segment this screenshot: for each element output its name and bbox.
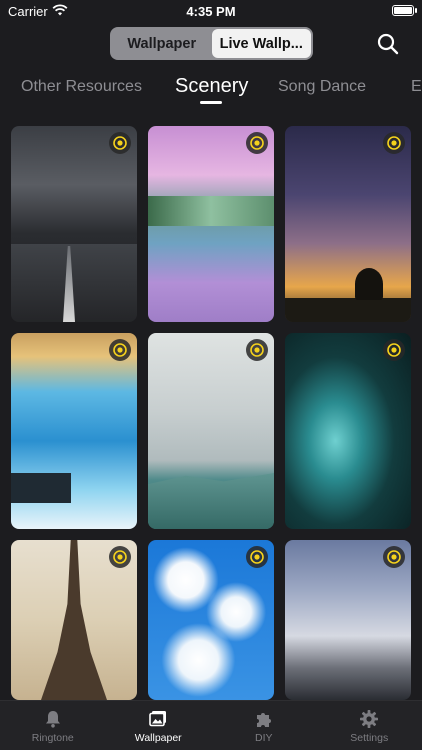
category-other-resources[interactable]: Other Resources — [21, 78, 142, 96]
category-song-dance[interactable]: Song Dance — [278, 78, 366, 96]
wallpaper-tile[interactable] — [285, 333, 411, 529]
tab-diy[interactable]: DIY — [211, 701, 317, 750]
live-badge-icon — [109, 132, 131, 154]
active-category-indicator — [200, 101, 222, 104]
wallpaper-tile[interactable] — [148, 333, 274, 529]
live-badge-icon — [246, 546, 268, 568]
search-icon[interactable] — [376, 32, 400, 56]
gear-icon — [360, 710, 379, 728]
segment-live-wallpaper[interactable]: Live Wallp... — [211, 29, 311, 58]
bell-icon — [45, 711, 60, 728]
live-badge-icon — [383, 339, 405, 361]
clock: 4:35 PM — [186, 4, 236, 19]
live-badge-icon — [246, 132, 268, 154]
tab-label: DIY — [254, 732, 273, 744]
live-badge-icon — [246, 339, 268, 361]
tab-label: Settings — [350, 732, 389, 744]
wallpaper-tile[interactable] — [285, 126, 411, 322]
wallpaper-tile[interactable] — [285, 540, 411, 700]
live-badge-icon — [109, 546, 131, 568]
wallpaper-tile[interactable] — [11, 540, 137, 700]
tab-label: Ringtone — [31, 732, 74, 744]
category-next[interactable]: E — [411, 78, 422, 96]
tab-bar: Ringtone Wallpaper DIY Settings — [0, 700, 422, 750]
live-badge-icon — [383, 546, 405, 568]
wallpaper-tile[interactable] — [148, 126, 274, 322]
tab-wallpaper[interactable]: Wallpaper — [106, 701, 212, 750]
battery-icon — [392, 5, 414, 16]
segment-wallpaper[interactable]: Wallpaper — [112, 29, 212, 58]
wallpaper-tile[interactable] — [11, 126, 137, 322]
category-scenery[interactable]: Scenery — [175, 75, 248, 98]
wallpaper-type-segment: Wallpaper Live Wallp... — [110, 27, 313, 60]
image-icon — [149, 711, 167, 727]
wallpaper-tile[interactable] — [11, 333, 137, 529]
tab-settings[interactable]: Settings — [317, 701, 422, 750]
puzzle-icon — [256, 713, 271, 727]
live-badge-icon — [383, 132, 405, 154]
tab-label: Wallpaper — [134, 732, 182, 744]
wallpaper-tile[interactable] — [148, 540, 274, 700]
live-badge-icon — [109, 339, 131, 361]
status-bar: Carrier 4:35 PM — [0, 0, 422, 22]
tab-ringtone[interactable]: Ringtone — [0, 701, 106, 750]
